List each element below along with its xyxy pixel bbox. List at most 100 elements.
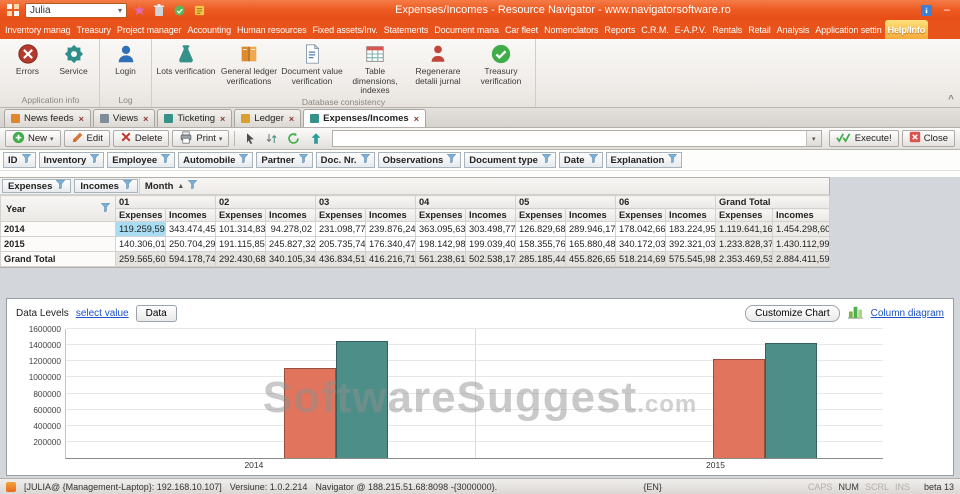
pivot-cell[interactable]: 1.430.112,99 <box>773 237 830 252</box>
lots-verification-button[interactable]: Lots verification <box>155 41 217 77</box>
document-tab-ledger[interactable]: Ledger× <box>234 109 301 127</box>
filter-funnel-icon[interactable] <box>589 154 598 166</box>
trash-icon[interactable] <box>151 2 167 18</box>
pivot-cell[interactable]: 250.704,29 <box>166 237 216 252</box>
data-field-expenses[interactable]: Expenses <box>2 179 71 193</box>
filter-funnel-icon[interactable] <box>299 154 308 166</box>
pivot-cell[interactable]: 303.498,77 <box>466 222 516 237</box>
pivot-cell[interactable]: 101.314,83 <box>216 222 266 237</box>
filter-funnel-icon[interactable] <box>101 203 110 214</box>
filter-funnel-icon[interactable] <box>90 154 99 166</box>
filter-funnel-icon[interactable] <box>668 154 677 166</box>
pivot-cell[interactable]: 416.216,71 <box>366 252 416 267</box>
sub-header-02-incomes[interactable]: Incomes <box>266 209 316 222</box>
pointer-icon[interactable] <box>240 130 259 147</box>
bar-expenses-2015[interactable] <box>713 359 765 458</box>
favorite-icon[interactable] <box>131 2 147 18</box>
ribbon-collapse-icon[interactable]: ^ <box>948 94 954 105</box>
pivot-cell[interactable]: 1.454.298,60 <box>773 222 830 237</box>
close-tab-icon[interactable]: × <box>78 114 84 124</box>
document-value-verification-button[interactable]: Document value verification <box>281 41 343 86</box>
treasury-verification-button[interactable]: Treasury verification <box>470 41 532 86</box>
ribbon-tab-inventory-manag[interactable]: Inventory manag <box>2 20 74 39</box>
filter-partner[interactable]: Partner <box>256 152 312 168</box>
pivot-cell[interactable]: 183.224,95 <box>666 222 716 237</box>
bar-incomes-2014[interactable] <box>336 341 388 458</box>
login-button[interactable]: Login <box>103 41 148 77</box>
column-field-month[interactable]: Month ▲ <box>139 178 829 194</box>
pivot-cell[interactable]: 231.098,77 <box>316 222 366 237</box>
column-header-05[interactable]: 05 <box>516 196 616 209</box>
sub-header-grand-total-incomes[interactable]: Incomes <box>773 209 830 222</box>
filter-id[interactable]: ID <box>3 152 36 168</box>
filter-observations[interactable]: Observations <box>378 152 462 168</box>
bar-incomes-2015[interactable] <box>765 343 817 458</box>
sub-header-02-expenses[interactable]: Expenses <box>216 209 266 222</box>
pivot-cell[interactable]: 363.095,63 <box>416 222 466 237</box>
data-button[interactable]: Data <box>136 305 177 322</box>
document-tab-expenses-incomes[interactable]: Expenses/Incomes× <box>303 109 426 127</box>
column-header-02[interactable]: 02 <box>216 196 316 209</box>
table-dimensions-indexes-button[interactable]: Table dimensions, indexes <box>344 41 406 96</box>
pivot-cell[interactable]: 140.306,01 <box>116 237 166 252</box>
ribbon-tab-fixed-assets-inv[interactable]: Fixed assets/Inv. <box>310 20 381 39</box>
pivot-cell[interactable]: 205.735,74 <box>316 237 366 252</box>
filter-automobile[interactable]: Automobile <box>178 152 253 168</box>
sub-header-04-incomes[interactable]: Incomes <box>466 209 516 222</box>
pivot-cell[interactable]: 94.278,02 <box>266 222 316 237</box>
ribbon-tab-application-settin[interactable]: Application settin <box>812 20 884 39</box>
row-field-year[interactable]: Year <box>1 196 116 222</box>
execute-button[interactable]: Execute! <box>829 130 899 147</box>
errors-button[interactable]: Errors <box>5 41 50 77</box>
column-header-grand-total[interactable]: Grand Total <box>716 196 830 209</box>
filter-employee[interactable]: Employee <box>107 152 175 168</box>
filter-explanation[interactable]: Explanation <box>606 152 683 168</box>
pivot-cell[interactable]: 158.355,76 <box>516 237 566 252</box>
filter-funnel-icon[interactable] <box>161 154 170 166</box>
column-diagram-link[interactable]: Column diagram <box>871 308 944 319</box>
ribbon-tab-human-resources[interactable]: Human resources <box>234 20 310 39</box>
pivot-cell[interactable]: 561.238,61 <box>416 252 466 267</box>
ribbon-tab-nomenclators[interactable]: Nomenclators <box>541 20 601 39</box>
ribbon-tab-treasury[interactable]: Treasury <box>74 20 114 39</box>
close-tab-icon[interactable]: × <box>288 114 294 124</box>
filter-funnel-icon[interactable] <box>447 154 456 166</box>
refresh-icon[interactable] <box>284 130 303 147</box>
delete-button[interactable]: Delete <box>113 130 169 147</box>
filter-funnel-icon[interactable] <box>56 180 65 192</box>
pivot-row-label[interactable]: Grand Total <box>1 252 116 267</box>
pivot-cell[interactable]: 2.884.411,59 <box>773 252 830 267</box>
column-header-03[interactable]: 03 <box>316 196 416 209</box>
ribbon-tab-retail[interactable]: Retail <box>745 20 773 39</box>
new-button[interactable]: New ▾ <box>5 130 61 147</box>
pivot-cell[interactable]: 285.185,44 <box>516 252 566 267</box>
select-value-link[interactable]: select value <box>76 308 129 319</box>
pivot-cell[interactable]: 340.105,34 <box>266 252 316 267</box>
filter-doc-nr[interactable]: Doc. Nr. <box>316 152 375 168</box>
pivot-cell[interactable]: 126.829,68 <box>516 222 566 237</box>
sub-header-06-incomes[interactable]: Incomes <box>666 209 716 222</box>
document-tab-news-feeds[interactable]: News feeds× <box>4 109 91 127</box>
customize-chart-button[interactable]: Customize Chart <box>745 305 839 322</box>
ribbon-tab-document-mana[interactable]: Document mana <box>431 20 502 39</box>
ribbon-tab-rentals[interactable]: Rentals <box>709 20 745 39</box>
document-tab-ticketing[interactable]: Ticketing× <box>157 109 232 127</box>
sync-icon[interactable] <box>171 2 187 18</box>
pivot-cell[interactable]: 259.565,60 <box>116 252 166 267</box>
filter-funnel-icon[interactable] <box>123 180 132 192</box>
minimize-icon[interactable]: – <box>939 4 955 16</box>
close-button[interactable]: Close <box>902 130 955 147</box>
user-combo[interactable]: Julia ▾ <box>25 3 127 18</box>
general-ledger-verifications-button[interactable]: General ledger verifications <box>218 41 280 86</box>
pivot-cell[interactable]: 178.042,66 <box>616 222 666 237</box>
sub-header-01-expenses[interactable]: Expenses <box>116 209 166 222</box>
pivot-cell[interactable]: 455.826,65 <box>566 252 616 267</box>
sub-header-05-incomes[interactable]: Incomes <box>566 209 616 222</box>
ribbon-tab-reports[interactable]: Reports <box>601 20 638 39</box>
filter-funnel-icon[interactable] <box>22 154 31 166</box>
edit-button[interactable]: Edit <box>64 130 110 147</box>
filter-funnel-icon[interactable] <box>361 154 370 166</box>
sort-icon[interactable] <box>262 130 281 147</box>
sub-header-grand-total-expenses[interactable]: Expenses <box>716 209 773 222</box>
print-button[interactable]: Print ▾ <box>172 130 229 147</box>
